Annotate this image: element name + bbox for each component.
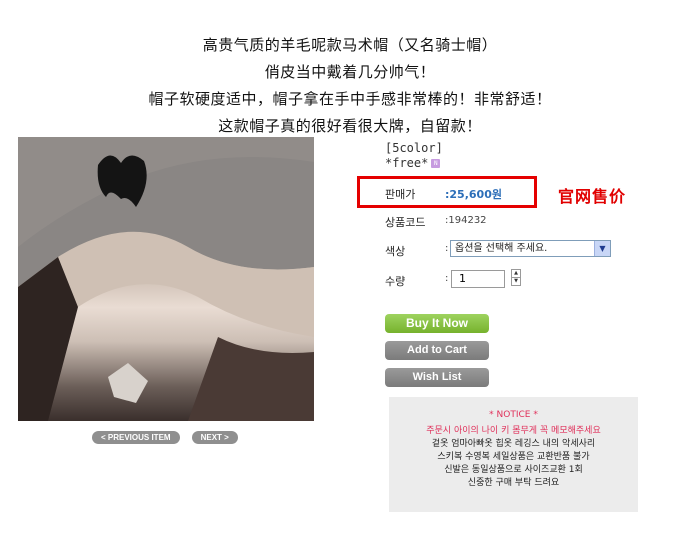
price-annotation: 官网售价 [558, 187, 627, 206]
description-line-3: 帽子软硬度适中，帽子拿在手中手感非常棒的！非常舒适！ [148, 90, 552, 108]
color-select[interactable]: 옵션을 선택해 주세요. ▼ [450, 240, 611, 257]
quantity-colon: : [445, 273, 449, 284]
add-to-cart-button[interactable]: Add to Cart [385, 341, 489, 360]
decrement-arrow-icon[interactable]: ▼ [512, 278, 520, 285]
price-label: 판매가 [385, 188, 416, 201]
notice-line: 신중한 구매 부탁 드려요 [467, 478, 560, 488]
notice-line: 주문시 아이의 나이 키 몸무게 꼭 메모해주세요 [426, 426, 601, 436]
description-line-2: 俏皮当中戴着几分帅气！ [264, 63, 436, 81]
product-code-value: :194232 [445, 215, 487, 226]
description-line-1: 高贵气质的羊毛呢款马术帽（又名骑士帽） [202, 36, 498, 54]
notice-box: * NOTICE * 주문시 아이의 나이 키 몸무게 꼭 메모해주세요 겉옷 … [389, 397, 638, 512]
notice-line: 겉옷 엄마아빠옷 힙옷 레깅스 내의 악세사리 [431, 439, 596, 449]
item-pager: < PREVIOUS ITEM NEXT > [92, 431, 238, 444]
color-count-label: [5color] [385, 141, 443, 155]
chevron-down-icon[interactable]: ▼ [594, 241, 610, 256]
previous-item-button[interactable]: < PREVIOUS ITEM [92, 431, 180, 444]
next-item-button[interactable]: NEXT > [191, 431, 238, 444]
buy-now-button[interactable]: Buy It Now [385, 314, 489, 333]
quantity-label: 수량 [385, 275, 406, 288]
product-code-label: 상품코드 [385, 216, 426, 229]
increment-arrow-icon[interactable]: ▲ [512, 270, 520, 278]
color-select-value: 옵션을 선택해 주세요. [455, 243, 548, 254]
product-photo [18, 137, 314, 421]
notice-title: * NOTICE * [489, 410, 538, 420]
size-row: *free* N [385, 156, 685, 171]
wish-list-button[interactable]: Wish List [385, 368, 489, 387]
product-description: 高贵气质的羊毛呢款马术帽（又名骑士帽） 俏皮当中戴着几分帅气！ 帽子软硬度适中，… [0, 32, 700, 140]
color-colon: : [445, 243, 449, 254]
notice-line: 스키복 수영복 세일상품은 교환반품 불가 [437, 452, 590, 462]
new-icon: N [431, 159, 441, 168]
size-label: *free* [385, 156, 429, 170]
color-label: 색상 [385, 245, 406, 258]
quantity-input[interactable]: 1 [451, 270, 505, 288]
notice-line: 신발은 동일상품으로 사이즈교환 1회 [444, 465, 583, 475]
product-options-header: [5color] *free* N [385, 141, 685, 171]
price-value: :25,600원 [445, 188, 502, 201]
description-line-4: 这款帽子真的很好看很大牌，自留款！ [218, 117, 482, 135]
quantity-stepper[interactable]: ▲ ▼ [511, 269, 521, 286]
